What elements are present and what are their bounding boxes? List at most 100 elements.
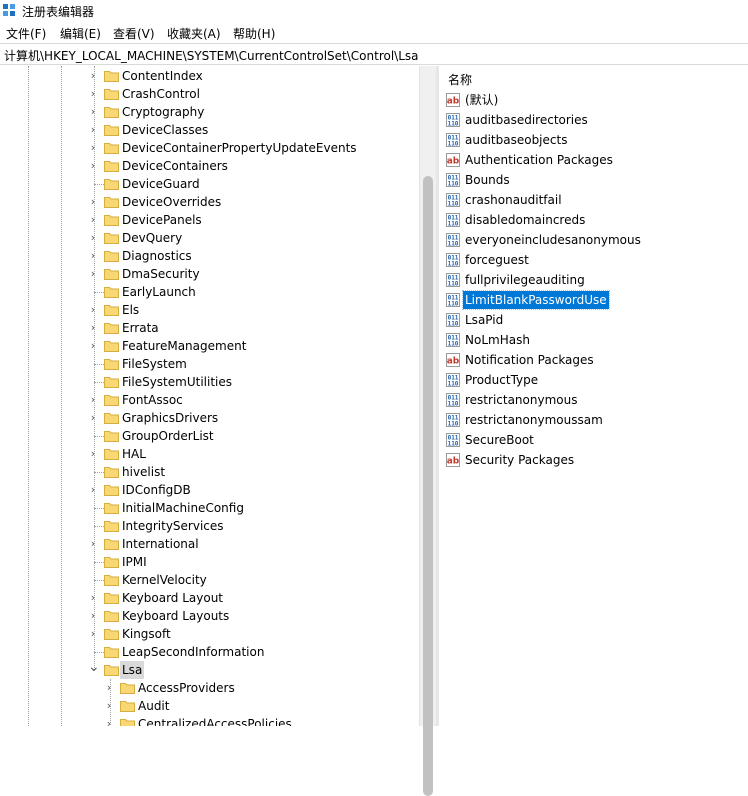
tree-node[interactable]: › Diagnostics (0, 247, 419, 265)
tree-node[interactable]: › CentralizedAccessPolicies (0, 715, 419, 726)
scrollbar-thumb[interactable] (423, 176, 433, 796)
tree-node-label[interactable]: FileSystemUtilities (120, 373, 234, 391)
tree-node-label[interactable]: Lsa (120, 661, 145, 679)
value-name[interactable]: disabledomaincreds (463, 211, 587, 229)
tree-node[interactable]: › DevQuery (0, 229, 419, 247)
tree-node[interactable]: › Cryptography (0, 103, 419, 121)
tree-vertical-scrollbar[interactable] (419, 66, 436, 796)
tree-node-label[interactable]: HAL (120, 445, 148, 463)
tree-node-label[interactable]: CrashControl (120, 85, 202, 103)
tree-node[interactable]: › DeviceContainerPropertyUpdateEvents (0, 139, 419, 157)
tree-node-label[interactable]: FontAssoc (120, 391, 185, 409)
tree-node-label[interactable]: GraphicsDrivers (120, 409, 220, 427)
tree-node[interactable]: FileSystem (0, 355, 419, 373)
chevron-right-icon[interactable]: › (104, 679, 114, 697)
tree-node-label[interactable]: DeviceClasses (120, 121, 210, 139)
tree-node[interactable]: GroupOrderList (0, 427, 419, 445)
tree-node[interactable]: IntegrityServices (0, 517, 419, 535)
tree-node[interactable]: › DeviceContainers (0, 157, 419, 175)
value-name[interactable]: (默认) (463, 91, 500, 109)
tree-node-label[interactable]: FileSystem (120, 355, 189, 373)
value-name[interactable]: Bounds (463, 171, 512, 189)
tree-node-label[interactable]: AccessProviders (136, 679, 237, 697)
tree-node[interactable]: › AccessProviders (0, 679, 419, 697)
tree-node[interactable]: DeviceGuard (0, 175, 419, 193)
chevron-right-icon[interactable]: › (88, 607, 98, 625)
value-name[interactable]: crashonauditfail (463, 191, 564, 209)
tree-node[interactable]: InitialMachineConfig (0, 499, 419, 517)
chevron-right-icon[interactable]: › (88, 85, 98, 103)
chevron-right-icon[interactable]: › (88, 211, 98, 229)
value-name[interactable]: LsaPid (463, 311, 505, 329)
chevron-right-icon[interactable]: › (88, 445, 98, 463)
value-name[interactable]: Notification Packages (463, 351, 596, 369)
tree-node[interactable]: EarlyLaunch (0, 283, 419, 301)
tree-node-label[interactable]: CentralizedAccessPolicies (136, 715, 294, 726)
chevron-right-icon[interactable]: › (88, 481, 98, 499)
tree-node[interactable]: › CrashControl (0, 85, 419, 103)
tree-node-label[interactable]: Errata (120, 319, 161, 337)
address-path[interactable]: 计算机\HKEY_LOCAL_MACHINE\SYSTEM\CurrentCon… (4, 47, 419, 64)
chevron-right-icon[interactable]: › (88, 535, 98, 553)
value-name[interactable]: NoLmHash (463, 331, 532, 349)
tree-node-label[interactable]: Els (120, 301, 141, 319)
chevron-right-icon[interactable]: › (88, 121, 98, 139)
chevron-right-icon[interactable]: › (88, 157, 98, 175)
menu-favorites[interactable]: 收藏夹(A) (167, 25, 221, 42)
tree-node[interactable]: › DeviceOverrides (0, 193, 419, 211)
tree-node[interactable]: › Els (0, 301, 419, 319)
tree-node[interactable]: › DeviceClasses (0, 121, 419, 139)
value-name[interactable]: restrictanonymoussam (463, 411, 605, 429)
chevron-right-icon[interactable]: › (88, 409, 98, 427)
tree-node-label[interactable]: DeviceOverrides (120, 193, 223, 211)
value-name[interactable]: SecureBoot (463, 431, 536, 449)
tree-node-label[interactable]: DeviceGuard (120, 175, 202, 193)
value-name[interactable]: ProductType (463, 371, 540, 389)
tree-node[interactable]: › Errata (0, 319, 419, 337)
value-name[interactable]: restrictanonymous (463, 391, 579, 409)
value-name[interactable]: auditbasedirectories (463, 111, 590, 129)
tree-node-label[interactable]: GroupOrderList (120, 427, 216, 445)
chevron-right-icon[interactable]: › (88, 193, 98, 211)
chevron-right-icon[interactable]: › (88, 391, 98, 409)
chevron-right-icon[interactable]: › (88, 139, 98, 157)
tree-node[interactable]: › IDConfigDB (0, 481, 419, 499)
tree-node[interactable]: LeapSecondInformation (0, 643, 419, 661)
tree-node-label[interactable]: Cryptography (120, 103, 206, 121)
tree-node-label[interactable]: IPMI (120, 553, 149, 571)
chevron-right-icon[interactable]: › (88, 337, 98, 355)
tree-node[interactable]: › DmaSecurity (0, 265, 419, 283)
chevron-right-icon[interactable]: › (88, 247, 98, 265)
tree-node[interactable]: › FontAssoc (0, 391, 419, 409)
tree-node[interactable]: › ContentIndex (0, 67, 419, 85)
tree-node-label[interactable]: DevQuery (120, 229, 184, 247)
value-name[interactable]: forceguest (463, 251, 531, 269)
tree-node-label[interactable]: DeviceContainers (120, 157, 230, 175)
column-header-name[interactable]: 名称 (448, 71, 472, 88)
tree-node-label[interactable]: Kingsoft (120, 625, 173, 643)
menu-help[interactable]: 帮助(H) (233, 25, 275, 42)
chevron-right-icon[interactable]: › (104, 715, 114, 726)
tree-node-label[interactable]: DmaSecurity (120, 265, 202, 283)
key-tree[interactable]: › ContentIndex › CrashControl › Cryptography ›… (0, 66, 419, 726)
value-name[interactable]: auditbaseobjects (463, 131, 569, 149)
tree-node[interactable]: › Keyboard Layout (0, 589, 419, 607)
chevron-right-icon[interactable]: › (88, 319, 98, 337)
tree-node[interactable]: › Keyboard Layouts (0, 607, 419, 625)
tree-node-label[interactable]: DevicePanels (120, 211, 204, 229)
menu-view[interactable]: 查看(V) (113, 25, 155, 42)
chevron-right-icon[interactable]: › (88, 67, 98, 85)
tree-node-label[interactable]: LeapSecondInformation (120, 643, 266, 661)
tree-node-label[interactable]: EarlyLaunch (120, 283, 198, 301)
tree-node[interactable]: › GraphicsDrivers (0, 409, 419, 427)
values-list[interactable]: 名称 ab (默认) 011 110 auditbasedirectories 011 11… (439, 66, 748, 726)
chevron-right-icon[interactable]: › (88, 625, 98, 643)
value-name[interactable]: LimitBlankPasswordUse (462, 290, 610, 310)
tree-node[interactable]: › DevicePanels (0, 211, 419, 229)
tree-node[interactable]: KernelVelocity (0, 571, 419, 589)
tree-node[interactable]: FileSystemUtilities (0, 373, 419, 391)
tree-node-label[interactable]: DeviceContainerPropertyUpdateEvents (120, 139, 359, 157)
tree-node[interactable]: › Audit (0, 697, 419, 715)
chevron-right-icon[interactable]: › (88, 229, 98, 247)
tree-node[interactable]: IPMI (0, 553, 419, 571)
